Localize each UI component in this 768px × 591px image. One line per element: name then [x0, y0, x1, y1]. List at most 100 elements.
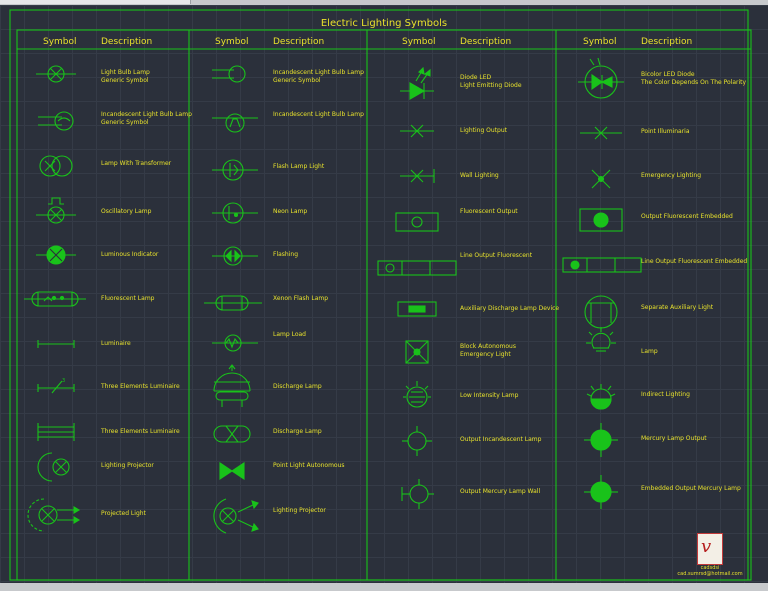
diode-led-icon — [400, 66, 434, 100]
flash-lamp-light-icon — [212, 159, 258, 181]
fluorescent-lamp-icon — [24, 291, 86, 307]
description-point-illuminaria: Point Illuminaria — [641, 128, 690, 135]
description-three-elements-luminaire-box: Three Elements Luminaire — [101, 428, 180, 435]
header-description-col1: Description — [101, 37, 153, 47]
description-output-mercury-lamp-wall: Output Mercury Lamp Wall — [460, 488, 541, 495]
emergency-lighting-icon — [591, 169, 611, 189]
three-elements-luminaire-box-icon — [37, 423, 75, 441]
description-flashing: Flashing — [273, 251, 299, 258]
luminaire-icon — [37, 340, 75, 348]
discharge-lamp-small-icon — [213, 425, 251, 443]
description-oscillatory-lamp: Oscillatory Lamp — [101, 208, 152, 215]
description-emergency-lighting: Emergency Lighting — [641, 172, 701, 179]
indirect-lighting-icon — [586, 384, 616, 410]
description-low-intensity-lamp: Low Intensity Lamp — [460, 392, 519, 399]
description-incandescent-light-bulb-lamp: Incandescent Light Bulb Lamp Generic Sym… — [101, 111, 192, 126]
description-discharge-lamp-small: Discharge Lamp — [273, 428, 322, 435]
header-symbol-col1: Symbol — [43, 37, 77, 47]
three-elements-luminaire-icon: 3 — [37, 378, 75, 394]
description-lighting-projector: Lighting Projector — [101, 462, 154, 469]
line-output-fluorescent-embedded-icon — [562, 257, 642, 273]
svg-text:3: 3 — [62, 378, 65, 384]
incandescent-light-bulb-lamp-icon — [38, 111, 74, 131]
logo-mark-icon: v — [701, 536, 712, 557]
description-diode-led: Diode LED Light Emitting Diode — [460, 74, 522, 89]
description-incandescent-light-bulb-lamp-generic: Incandescent Light Bulb Lamp Generic Sym… — [273, 69, 364, 84]
lighting-output-icon — [400, 124, 434, 138]
description-fluorescent-output: Fluorescent Output — [460, 208, 518, 215]
description-mercury-lamp-output: Mercury Lamp Output — [641, 435, 707, 442]
header-symbol-col4: Symbol — [583, 37, 617, 47]
point-illuminaria-icon — [580, 126, 622, 140]
block-autonomous-emergency-light-icon — [405, 340, 429, 364]
point-light-autonomous-icon — [219, 461, 245, 481]
luminous-indicator-icon — [36, 245, 76, 265]
output-fluorescent-embedded-icon — [579, 208, 623, 232]
description-luminaire: Luminaire — [101, 340, 131, 347]
description-embedded-output-mercury-lamp: Embedded Output Mercury Lamp — [641, 485, 741, 492]
window-bottom-bar — [0, 583, 768, 591]
bicolor-led-diode-icon — [578, 57, 624, 99]
header-description-col4: Description — [641, 37, 693, 47]
drawing-canvas[interactable]: 3 Electric Lighting Symbols Symbol Descr… — [0, 5, 768, 583]
description-separate-auxiliary-light: Separate Auxiliary Light — [641, 304, 714, 311]
lighting-projector-icon — [213, 498, 259, 534]
drawing-title: Electric Lighting Symbols — [320, 18, 448, 29]
credit-email: cad.sumrsd@hotmail.com — [677, 571, 743, 577]
description-auxiliary-discharge-lamp-device: Auxiliary Discharge Lamp Device — [460, 305, 560, 312]
lamp-load-icon — [212, 334, 258, 352]
description-lighting-projector-2: Lighting Projector — [273, 507, 326, 514]
header-symbol-col2: Symbol — [215, 37, 249, 47]
window-tab[interactable] — [0, 0, 191, 4]
description-lamp-with-transformer: Lamp With Transformer — [101, 160, 172, 167]
header-symbol-col3: Symbol — [402, 37, 436, 47]
description-line-output-fluorescent: Line Output Fluorescent — [460, 252, 533, 259]
description-point-light-autonomous: Point Light Autonomous — [273, 462, 345, 469]
flashing-icon — [212, 246, 258, 266]
description-block-autonomous-emergency-light: Block Autonomous Emergency Light — [460, 343, 516, 358]
description-lighting-output: Lighting Output — [460, 127, 508, 134]
auxiliary-discharge-lamp-device-icon — [397, 301, 437, 317]
discharge-lamp-icon — [213, 364, 251, 407]
projected-light-icon — [27, 498, 81, 532]
description-line-output-fluorescent-embedded: Line Output Fluorescent Embedded — [641, 258, 748, 265]
description-neon-lamp: Neon Lamp — [273, 208, 308, 215]
incandescent-light-bulb-lamp-icon — [212, 113, 258, 133]
header-description-col3: Description — [460, 37, 512, 47]
lighting-projector-icon — [37, 452, 70, 482]
description-flash-lamp-light: Flash Lamp Light — [273, 163, 325, 170]
description-three-elements-luminaire: Three Elements Luminaire — [101, 383, 180, 390]
description-output-incandescent-lamp: Output Incandescent Lamp — [460, 436, 542, 443]
description-lamp: Lamp — [641, 348, 658, 355]
embedded-output-mercury-lamp-icon — [584, 475, 618, 509]
description-fluorescent-lamp: Fluorescent Lamp — [101, 295, 155, 302]
description-indirect-lighting: Indirect Lighting — [641, 391, 690, 398]
fluorescent-output-icon — [395, 212, 439, 232]
description-projected-light: Projected Light — [101, 510, 146, 517]
separate-auxiliary-light-icon — [584, 295, 618, 329]
description-luminous-indicator: Luminous Indicator — [101, 251, 159, 258]
header-description-col2: Description — [273, 37, 325, 47]
light-bulb-lamp-icon — [36, 65, 76, 83]
lamp-with-transformer-icon — [39, 155, 73, 177]
low-intensity-lamp-icon — [403, 381, 431, 408]
description-light-bulb-lamp: Light Bulb Lamp Generic Symbol — [101, 69, 150, 84]
output-mercury-lamp-wall-icon — [401, 479, 434, 509]
mercury-lamp-output-icon — [584, 423, 618, 457]
description-xenon-flash-lamp: Xenon Flash Lamp — [273, 295, 329, 302]
description-bicolor-led-diode: Bicolor LED Diode The Color Depends On T… — [641, 71, 747, 86]
output-incandescent-lamp-icon — [402, 426, 432, 456]
description-wall-lighting: Wall Lighting — [460, 172, 499, 179]
description-discharge-lamp: Discharge Lamp — [273, 383, 322, 390]
oscillatory-lamp-icon — [36, 197, 76, 224]
wall-lighting-icon — [400, 169, 435, 183]
incandescent-light-bulb-lamp-icon — [212, 65, 246, 83]
line-output-fluorescent-icon — [377, 260, 457, 276]
author-logo: v — [697, 533, 723, 565]
description-incandescent-light-bulb-lamp: Incandescent Light Bulb Lamp — [273, 111, 364, 118]
description-output-fluorescent-embedded: Output Fluorescent Embedded — [641, 213, 733, 220]
xenon-flash-lamp-icon — [204, 295, 262, 311]
neon-lamp-icon — [212, 202, 258, 224]
symbol-table-drawing: 3 — [9, 9, 752, 581]
lamp-icon — [586, 327, 616, 352]
